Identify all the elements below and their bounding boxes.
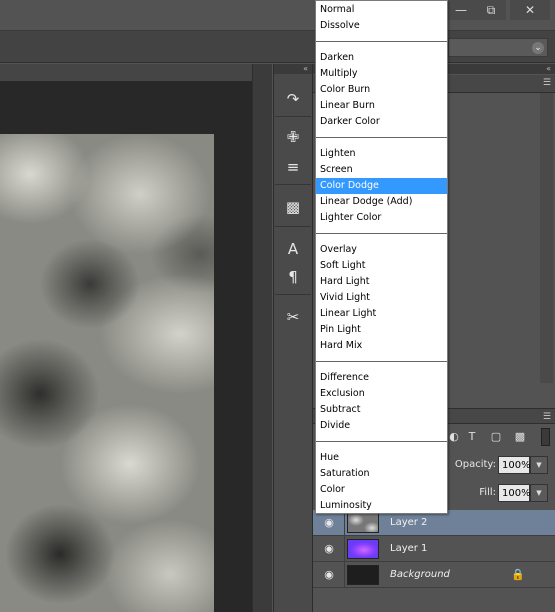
lock-icon: 🔒 bbox=[511, 568, 525, 581]
visibility-eye-icon[interactable]: ◉ bbox=[322, 542, 336, 556]
layer-row-layer-1[interactable]: ◉ Layer 1 bbox=[313, 536, 555, 562]
blend-mode-item[interactable]: Pin Light bbox=[316, 322, 447, 338]
layer-filter-icons: ◐ T ▢ ▩ bbox=[446, 428, 552, 446]
clone-source-icon[interactable]: ▩ bbox=[281, 196, 305, 218]
panel-menu-icon[interactable]: ☰ bbox=[543, 78, 551, 88]
menu-separator bbox=[316, 441, 447, 442]
document-tab-bar bbox=[0, 64, 252, 82]
options-select[interactable]: ⌄ bbox=[448, 38, 548, 57]
history-icon[interactable]: ↷ bbox=[281, 88, 305, 110]
blend-mode-item[interactable]: Screen bbox=[316, 162, 447, 178]
minimize-icon[interactable]: — bbox=[446, 0, 476, 20]
brush-presets-icon[interactable]: ✙ bbox=[281, 126, 305, 148]
menu-separator bbox=[316, 233, 447, 234]
canvas-vertical-scrollbar[interactable] bbox=[252, 64, 272, 612]
smart-object-filter-icon[interactable]: ▩ bbox=[512, 428, 528, 446]
visibility-eye-icon[interactable]: ◉ bbox=[322, 568, 336, 582]
blend-mode-item[interactable]: Normal bbox=[316, 2, 447, 18]
menu-separator bbox=[316, 41, 447, 42]
blend-mode-item[interactable]: Difference bbox=[316, 370, 447, 386]
shape-filter-icon[interactable]: ▢ bbox=[488, 428, 504, 446]
blend-mode-item[interactable]: Saturation bbox=[316, 466, 447, 482]
blend-mode-item[interactable]: Subtract bbox=[316, 402, 447, 418]
tool-presets-icon[interactable]: ✂ bbox=[281, 306, 305, 328]
title-bar: — ⧉ ✕ bbox=[0, 0, 555, 22]
layer-thumbnail bbox=[347, 539, 379, 559]
blend-mode-item[interactable]: Dissolve bbox=[316, 18, 447, 34]
fill-label: Fill: bbox=[479, 487, 496, 498]
blend-mode-item[interactable]: Overlay bbox=[316, 242, 447, 258]
restore-icon[interactable]: ⧉ bbox=[476, 0, 506, 20]
blend-mode-item[interactable]: Hard Light bbox=[316, 274, 447, 290]
paragraph-icon[interactable]: ¶ bbox=[281, 266, 305, 288]
fill-input[interactable]: 100% bbox=[498, 484, 531, 502]
adjustment-filter-icon[interactable]: ◐ bbox=[446, 428, 462, 446]
blend-mode-item[interactable]: Divide bbox=[316, 418, 447, 434]
options-bar: ⌄ bbox=[0, 30, 555, 63]
blend-mode-item[interactable]: Color Burn bbox=[316, 82, 447, 98]
layer-thumbnail bbox=[347, 513, 379, 533]
opacity-label: Opacity: bbox=[454, 459, 496, 470]
visibility-eye-icon[interactable]: ◉ bbox=[322, 516, 336, 530]
layer-name: Layer 2 bbox=[390, 517, 428, 528]
opacity-input[interactable]: 100% bbox=[498, 456, 531, 474]
menu-separator bbox=[316, 137, 447, 138]
chevron-down-icon: ⌄ bbox=[532, 42, 544, 54]
layers-panel-menu-icon[interactable]: ☰ bbox=[543, 412, 551, 422]
layer-thumbnail bbox=[347, 565, 379, 585]
blend-mode-item[interactable]: Soft Light bbox=[316, 258, 447, 274]
layer-name: Layer 1 bbox=[390, 543, 428, 554]
layer-row-background[interactable]: ◉ Background 🔒 bbox=[313, 562, 555, 588]
blend-mode-item[interactable]: Hue bbox=[316, 450, 447, 466]
blend-mode-item[interactable]: Linear Dodge (Add) bbox=[316, 194, 447, 210]
menu-separator bbox=[316, 361, 447, 362]
collapse-icon[interactable]: « bbox=[274, 64, 312, 74]
blend-mode-item[interactable]: Color bbox=[316, 482, 447, 498]
blend-mode-item[interactable]: Lighten bbox=[316, 146, 447, 162]
filter-toggle[interactable] bbox=[541, 428, 550, 446]
fill-dropdown-icon[interactable]: ▼ bbox=[530, 484, 548, 502]
blend-mode-item[interactable]: Linear Light bbox=[316, 306, 447, 322]
fill-control: Fill: 100% ▼ bbox=[446, 484, 552, 502]
blend-mode-item[interactable]: Vivid Light bbox=[316, 290, 447, 306]
character-icon[interactable]: A bbox=[281, 238, 305, 260]
blend-mode-item[interactable]: Exclusion bbox=[316, 386, 447, 402]
document-canvas[interactable] bbox=[0, 134, 214, 612]
type-filter-icon[interactable]: T bbox=[464, 428, 480, 446]
blend-mode-item[interactable]: Hard Mix bbox=[316, 338, 447, 354]
blend-mode-item[interactable]: Lighter Color bbox=[316, 210, 447, 226]
blend-mode-item[interactable]: Linear Burn bbox=[316, 98, 447, 114]
panel-scrollbar[interactable] bbox=[540, 93, 553, 383]
close-icon[interactable]: ✕ bbox=[510, 0, 550, 20]
blend-mode-item[interactable]: Darker Color bbox=[316, 114, 447, 130]
blend-mode-item[interactable]: Luminosity bbox=[316, 498, 447, 514]
opacity-dropdown-icon[interactable]: ▼ bbox=[530, 456, 548, 474]
blend-mode-dropdown-menu: Normal Dissolve Darken Multiply Color Burn Li… bbox=[315, 0, 448, 514]
blend-mode-item[interactable]: Color Dodge bbox=[316, 178, 447, 194]
blend-mode-item[interactable]: Darken bbox=[316, 50, 447, 66]
blend-mode-item[interactable]: Multiply bbox=[316, 66, 447, 82]
layer-name: Background bbox=[390, 569, 450, 580]
brush-settings-icon[interactable]: ≡ bbox=[281, 156, 305, 178]
opacity-control: Opacity: 100% ▼ bbox=[446, 456, 552, 474]
